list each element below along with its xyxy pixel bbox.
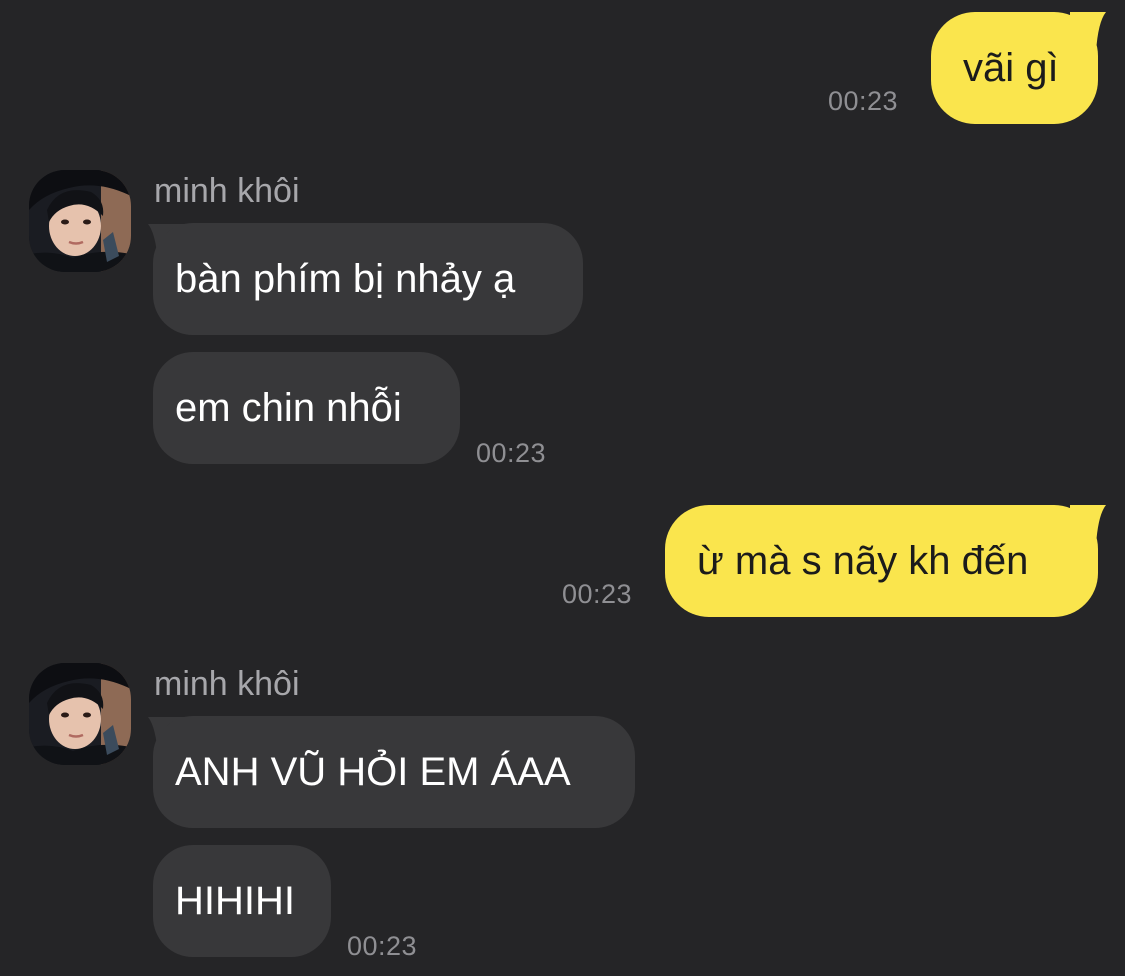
message-text: bàn phím bị nhảy ạ (175, 257, 516, 301)
sender-avatar[interactable] (29, 663, 131, 765)
message-text: em chin nhỗi (175, 386, 402, 430)
sender-name: minh khôi (154, 665, 300, 703)
message-text: ANH VŨ HỎI EM ÁAA (175, 750, 571, 794)
message-text: vãi gì (963, 46, 1059, 90)
message-timestamp: 00:23 (828, 86, 899, 116)
message-text: ừ mà s nãy kh đến (697, 539, 1029, 583)
bubble-tail-icon (1070, 505, 1106, 545)
message-timestamp: 00:23 (476, 438, 547, 468)
outgoing-message-bubble[interactable]: ừ mà s nãy kh đến (665, 505, 1098, 617)
incoming-message-bubble[interactable]: ANH VŨ HỎI EM ÁAA (153, 716, 635, 828)
message-text: HIHIHI (175, 879, 295, 923)
sender-name: minh khôi (154, 172, 300, 210)
incoming-message-bubble[interactable]: em chin nhỗi (153, 352, 460, 464)
user-avatar-icon (29, 663, 131, 765)
sender-avatar[interactable] (29, 170, 131, 272)
bubble-tail-icon (1070, 12, 1106, 52)
incoming-message-bubble[interactable]: HIHIHI (153, 845, 331, 957)
incoming-message-bubble[interactable]: bàn phím bị nhảy ạ (153, 223, 583, 335)
message-timestamp: 00:23 (562, 579, 633, 609)
user-avatar-icon (29, 170, 131, 272)
message-timestamp: 00:23 (347, 931, 418, 961)
